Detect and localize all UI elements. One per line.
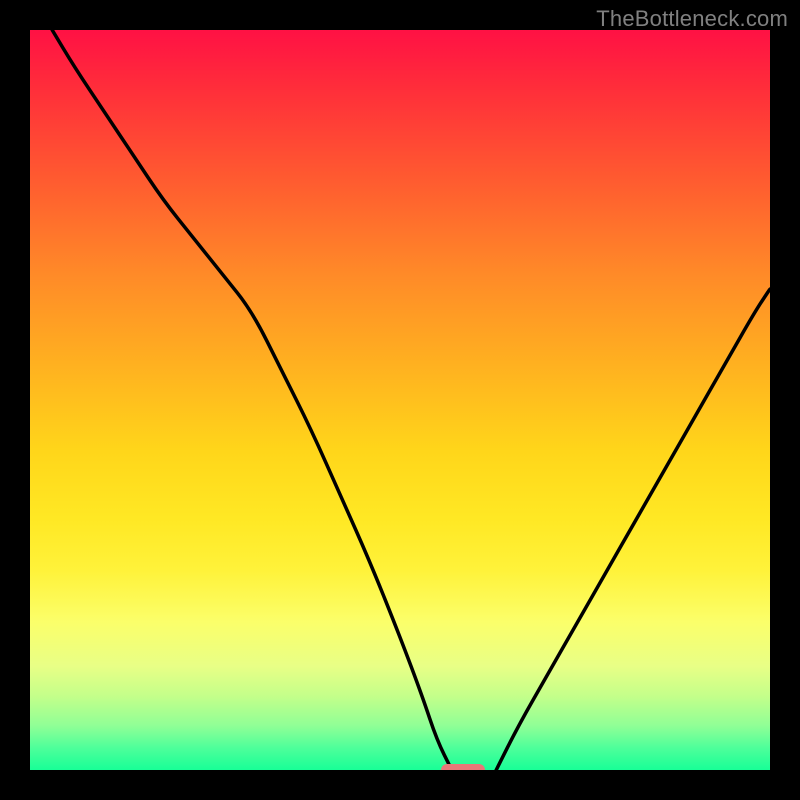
minimum-marker (441, 764, 485, 770)
bottleneck-curve (30, 30, 770, 770)
curve-right-branch (496, 289, 770, 770)
curve-left-branch (52, 30, 452, 770)
watermark-text: TheBottleneck.com (596, 6, 788, 32)
plot-area (30, 30, 770, 770)
chart-canvas: TheBottleneck.com (0, 0, 800, 800)
